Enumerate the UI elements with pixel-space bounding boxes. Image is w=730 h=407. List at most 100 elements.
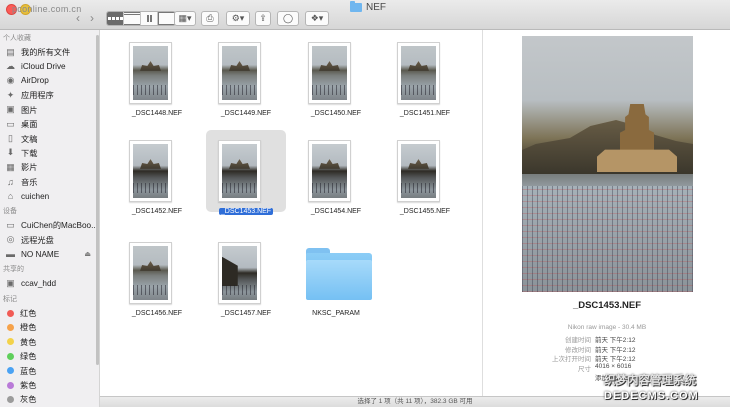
new-folder-button[interactable]: ⎙ bbox=[201, 11, 219, 26]
file-item[interactable]: _DSC1448.NEF bbox=[127, 35, 207, 135]
file-name-text: _DSC1450.NEF bbox=[310, 110, 362, 117]
sidebar-item[interactable]: ▦ 影片 bbox=[0, 160, 99, 174]
forward-button[interactable]: › bbox=[86, 11, 98, 25]
tag-label: 黄色 bbox=[20, 337, 37, 347]
file-item[interactable]: _DSC1450.NEF bbox=[306, 35, 386, 135]
folder-icon bbox=[350, 1, 362, 12]
sidebar-item[interactable]: ▭ CuiChen的MacBoo... bbox=[0, 218, 99, 232]
folder-item[interactable]: NKSC_PARAM bbox=[306, 235, 386, 335]
file-name-label: NKSC_PARAM bbox=[296, 310, 376, 317]
sidebar-item[interactable]: ⬇ 下载 bbox=[0, 146, 99, 160]
icon-view-button[interactable] bbox=[107, 12, 124, 25]
sidebar-item[interactable]: ☁ iCloud Drive bbox=[0, 59, 99, 73]
sidebar: 个人收藏 ▤ 我的所有文件 ☁ iCloud Drive ◉ AirDrop ✦ 应用程序 ▣ 图片… bbox=[0, 30, 100, 407]
tag-label: 绿色 bbox=[20, 352, 37, 362]
sidebar-tag-item[interactable]: 灰色 bbox=[0, 392, 99, 406]
sidebar-item-label: 桌面 bbox=[21, 120, 38, 130]
back-button[interactable]: ‹ bbox=[72, 11, 84, 25]
network-drive-icon: ▣ bbox=[6, 278, 15, 289]
sidebar-item-label: 音乐 bbox=[21, 177, 38, 187]
file-item[interactable]: _DSC1449.NEF bbox=[216, 35, 296, 135]
preview-image bbox=[522, 36, 693, 292]
file-name-text: _DSC1451.NEF bbox=[399, 110, 451, 117]
gear-icon: ⚙▾ bbox=[231, 13, 245, 23]
action-button[interactable]: ⚙▾ bbox=[226, 11, 250, 26]
arrange-button[interactable]: ▦▾ bbox=[174, 11, 196, 26]
file-name-text: _DSC1449.NEF bbox=[220, 110, 272, 117]
sidebar-item[interactable]: ▣ 图片 bbox=[0, 103, 99, 117]
icon-view-icon bbox=[107, 12, 123, 25]
sidebar-item-label: iCloud Drive bbox=[21, 62, 66, 72]
arrange-icon: ▦▾ bbox=[178, 13, 192, 23]
folder-icon bbox=[306, 248, 372, 300]
preview-info-row: 创建时间 前天 下午2:12 bbox=[483, 334, 730, 344]
list-view-button[interactable] bbox=[124, 12, 141, 25]
sidebar-item-label: 我的所有文件 bbox=[21, 48, 71, 58]
file-item[interactable]: _DSC1455.NEF bbox=[395, 133, 475, 233]
sidebar-item[interactable]: ▣ ccav_hdd bbox=[0, 276, 99, 290]
sidebar-item[interactable]: ▤ 我的所有文件 bbox=[0, 45, 99, 59]
file-name-text: _DSC1453.NEF bbox=[218, 208, 274, 215]
downloads-icon: ⬇ bbox=[6, 147, 15, 158]
sidebar-item[interactable]: ◎ 远程光盘 bbox=[0, 233, 99, 247]
sidebar-item[interactable]: ♫ 音乐 bbox=[0, 175, 99, 189]
home-icon: ⌂ bbox=[7, 191, 14, 202]
desktop-icon: ▭ bbox=[6, 118, 15, 129]
sidebar-item[interactable]: ⌂ cuichen bbox=[0, 189, 99, 203]
file-name-text: _DSC1457.NEF bbox=[220, 310, 272, 317]
tag-button[interactable]: ◯ bbox=[277, 11, 299, 26]
dropbox-button[interactable]: ❖▾ bbox=[305, 11, 329, 26]
sidebar-tag-item[interactable]: 红色 bbox=[0, 306, 99, 320]
window-title-text: NEF bbox=[366, 2, 386, 13]
sidebar-item[interactable]: ▯ 文稿 bbox=[0, 131, 99, 145]
sidebar-tag-item[interactable]: 蓝色 bbox=[0, 363, 99, 377]
info-value: 前天 下午2:12 bbox=[595, 346, 636, 354]
image-thumbnail bbox=[129, 242, 172, 304]
sidebar-scrollbar[interactable] bbox=[96, 35, 99, 365]
pictures-icon: ▣ bbox=[6, 104, 15, 115]
image-thumbnail bbox=[397, 42, 440, 104]
file-item[interactable]: _DSC1457.NEF bbox=[216, 235, 296, 335]
sidebar-tag-item[interactable]: 绿色 bbox=[0, 349, 99, 363]
coverflow-view-button[interactable] bbox=[158, 12, 175, 25]
file-item[interactable]: _DSC1456.NEF bbox=[127, 235, 207, 335]
tag-icon: ◯ bbox=[282, 13, 294, 23]
file-name-text: _DSC1456.NEF bbox=[131, 310, 183, 317]
drive-icon: ▬ bbox=[6, 249, 15, 260]
file-name-label: _DSC1448.NEF bbox=[117, 110, 197, 117]
column-view-button[interactable] bbox=[141, 12, 158, 25]
file-item[interactable]: _DSC1452.NEF bbox=[127, 133, 207, 233]
file-item[interactable]: _DSC1451.NEF bbox=[395, 35, 475, 135]
preview-kind: Nikon raw image - 30.4 MB bbox=[567, 324, 647, 331]
view-mode-segment bbox=[106, 11, 176, 26]
documents-icon: ▯ bbox=[8, 133, 13, 144]
sidebar-tag-item[interactable]: 黄色 bbox=[0, 335, 99, 349]
file-name-label: _DSC1449.NEF bbox=[206, 110, 286, 117]
file-item[interactable]: _DSC1453.NEF bbox=[206, 130, 296, 233]
sidebar-tag-item[interactable]: 紫色 bbox=[0, 378, 99, 392]
file-name-text: _DSC1455.NEF bbox=[399, 208, 451, 215]
share-button[interactable]: ⇪ bbox=[255, 11, 271, 26]
eject-icon[interactable]: ⏏ bbox=[84, 250, 91, 258]
sidebar-tag-item[interactable]: 橙色 bbox=[0, 320, 99, 334]
sidebar-item[interactable]: ▭ 桌面 bbox=[0, 117, 99, 131]
file-item[interactable]: _DSC1454.NEF bbox=[306, 133, 386, 233]
sidebar-item[interactable]: ◉ AirDrop bbox=[0, 74, 99, 88]
file-name-label: _DSC1450.NEF bbox=[296, 110, 376, 117]
sidebar-item-label: NO NAME bbox=[21, 249, 60, 259]
tag-label: 橙色 bbox=[20, 323, 37, 333]
coverflow-view-icon bbox=[158, 12, 175, 25]
sidebar-item[interactable]: ✦ 应用程序 bbox=[0, 88, 99, 102]
sidebar-section-header: 设备 bbox=[3, 208, 17, 216]
file-name-label: _DSC1456.NEF bbox=[117, 310, 197, 317]
sidebar-item[interactable]: ▬ NO NAME ⏏ bbox=[0, 247, 99, 261]
file-name-text: NKSC_PARAM bbox=[312, 310, 360, 317]
sidebar-item-label: 图片 bbox=[21, 105, 38, 115]
file-name-text: _DSC1454.NEF bbox=[310, 208, 362, 215]
sidebar-item-label: ccav_hdd bbox=[21, 279, 57, 289]
tag-dot-icon bbox=[7, 338, 14, 346]
sidebar-item-label: 应用程序 bbox=[21, 91, 54, 101]
info-value: 前天 下午2:12 bbox=[595, 356, 636, 363]
file-name-label: _DSC1453.NEF bbox=[206, 208, 286, 215]
file-name-text: _DSC1452.NEF bbox=[131, 208, 183, 215]
